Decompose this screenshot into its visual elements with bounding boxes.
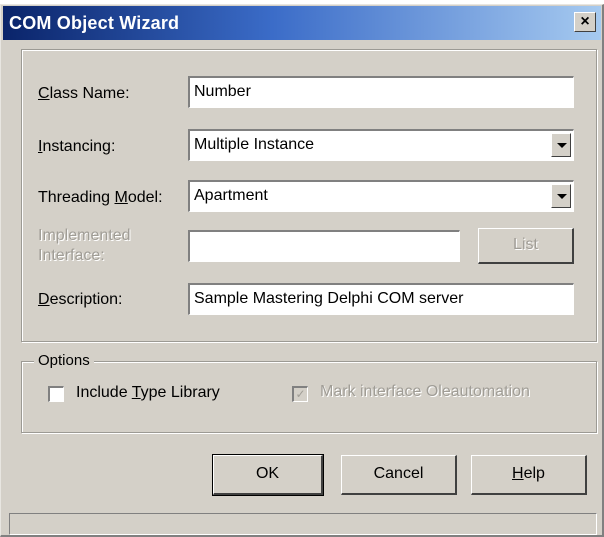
options-legend: Options xyxy=(34,352,94,369)
include-type-library-label[interactable]: Include Type Library xyxy=(76,384,220,402)
cancel-button[interactable]: Cancel xyxy=(341,455,457,495)
title-bar[interactable]: COM Object Wizard × xyxy=(3,6,601,40)
mark-oleautomation-checkbox: ✓ xyxy=(292,386,308,402)
instancing-value: Multiple Instance xyxy=(194,136,315,153)
close-icon: × xyxy=(580,13,590,30)
description-input[interactable]: Sample Mastering Delphi COM server xyxy=(188,283,574,315)
instancing-label: Instancing: xyxy=(38,138,116,155)
class-name-label: Class Name: xyxy=(38,85,130,102)
chevron-down-icon[interactable] xyxy=(551,184,571,208)
check-icon: ✓ xyxy=(295,387,306,401)
class-name-input[interactable]: Number xyxy=(188,76,574,108)
description-label: Description: xyxy=(38,291,123,308)
ok-button[interactable]: OK xyxy=(212,454,324,496)
chevron-down-icon[interactable] xyxy=(551,133,571,157)
implemented-interface-input xyxy=(188,230,460,262)
threading-model-select[interactable]: Apartment xyxy=(188,180,574,212)
help-button[interactable]: Help xyxy=(471,455,587,495)
threading-model-label: Threading Model: xyxy=(38,189,163,206)
close-button[interactable]: × xyxy=(574,12,596,32)
mark-oleautomation-label: Mark interface Oleautomation xyxy=(320,383,530,400)
implemented-interface-label: Implemented Interface: xyxy=(38,227,131,264)
dialog-window: COM Object Wizard × Class Name: Number I… xyxy=(0,4,604,537)
main-group: Class Name: Number Instancing: Multiple … xyxy=(21,49,597,342)
window-title: COM Object Wizard xyxy=(9,13,180,33)
include-type-library-checkbox[interactable] xyxy=(48,386,64,402)
threading-model-value: Apartment xyxy=(194,187,268,204)
options-group: Options Include Type Library ✓ Mark inte… xyxy=(21,352,597,433)
status-bar xyxy=(9,513,597,535)
instancing-select[interactable]: Multiple Instance xyxy=(188,129,574,161)
list-button: List xyxy=(478,228,574,264)
